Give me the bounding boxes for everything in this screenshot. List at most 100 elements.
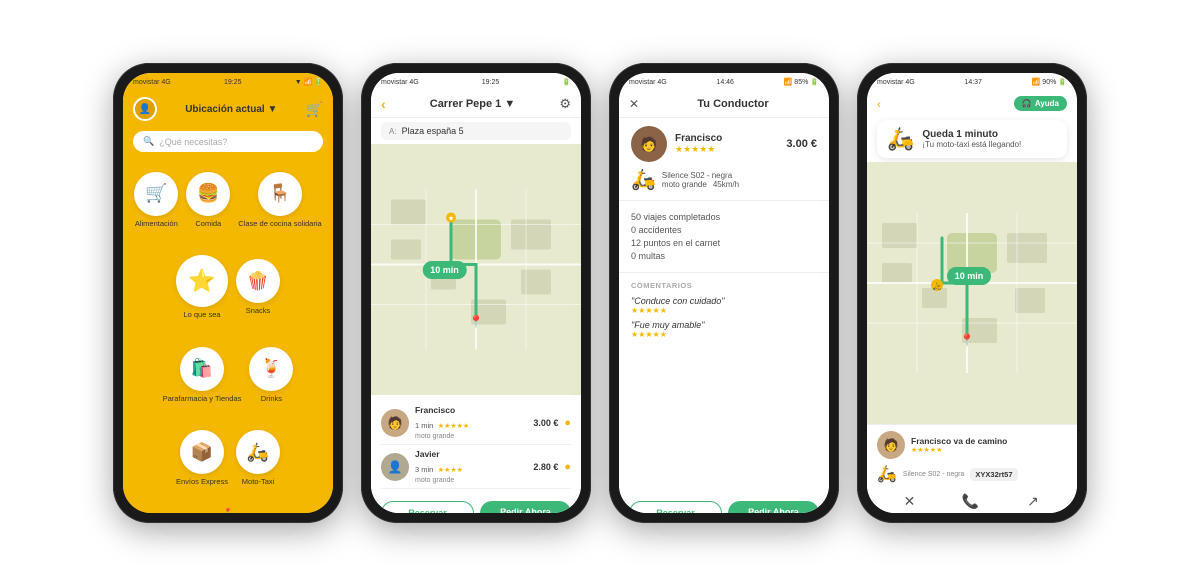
conductor-title: Tu Conductor bbox=[647, 98, 819, 110]
call-action[interactable]: 📞 llamar bbox=[960, 493, 980, 513]
driver-avatar-4: 🧑 bbox=[877, 431, 905, 459]
driver-stars-4: ★★★★★ bbox=[911, 446, 1067, 454]
search-bar-1[interactable]: 🔍 ¿Qué necesitas? bbox=[133, 131, 323, 152]
ayuda-button[interactable]: 🎧 Ayuda bbox=[1014, 96, 1067, 111]
user-avatar[interactable]: 👤 bbox=[133, 97, 157, 121]
phone2-header: ‹ Carrer Pepe 1 ▼ ⚙ bbox=[371, 91, 581, 118]
comment-1: "Conduce con cuidado" ★★★★★ bbox=[631, 296, 817, 315]
conductor-avatar: 🧑 bbox=[631, 126, 667, 162]
cat-icon-para: 🛍️ bbox=[180, 347, 224, 391]
phones-container: movistar 4G 19:25 ▼ 📶 🔋 👤 Ubicación actu… bbox=[93, 43, 1107, 543]
destination-input[interactable]: A: Plaza españa 5 bbox=[381, 122, 571, 140]
cat-parafarmacia[interactable]: 🛍️ Parafarmacia y Tiendas bbox=[163, 347, 242, 403]
phone4-driver-row: 🧑 Francisco va de camino ★★★★★ bbox=[877, 431, 1067, 459]
cat-moto-taxi[interactable]: 🛵 Moto-Taxi bbox=[236, 430, 280, 486]
driver-stars-1: ★★★★★ bbox=[438, 423, 469, 430]
eta-badge-4: 10 min bbox=[947, 267, 992, 285]
categories-grid: 🛒 Alimentación 🍔 Comida 🪑 Clase de cocin… bbox=[123, 156, 333, 502]
driver-vehicle-2: moto grande bbox=[415, 477, 527, 484]
phone4-driver-info: Francisco va de camino ★★★★★ bbox=[911, 436, 1067, 454]
tus-glavos-label: 📍 Tus glavos bbox=[211, 508, 245, 513]
phone2-screen: ‹ Carrer Pepe 1 ▼ ⚙ A: Plaza españa 5 bbox=[371, 91, 581, 513]
cat-icon-moto: 🛵 bbox=[236, 430, 280, 474]
location-label[interactable]: Ubicación actual ▼ bbox=[185, 104, 277, 115]
cat-icon-alimentacion: 🛒 bbox=[134, 172, 178, 216]
back-button-4[interactable]: ‹ bbox=[877, 97, 881, 111]
battery-icons-1: ▼ 📶 🔋 bbox=[295, 78, 323, 86]
phone-3: movistar 4G 14:46 📶 85% 🔋 ✕ Tu Conductor… bbox=[609, 63, 839, 523]
conductor-price: 3.00 € bbox=[786, 138, 817, 150]
svg-text:🛵: 🛵 bbox=[933, 282, 942, 291]
arrival-title: Queda 1 minuto bbox=[922, 129, 1021, 140]
action-buttons-2: Reservar Pedir Ahora bbox=[371, 495, 581, 513]
comment-text-2: "Fue muy amable" bbox=[631, 320, 817, 330]
battery-icons-3: 📶 85% 🔋 bbox=[784, 78, 819, 86]
battery-icons-2: 🔋 bbox=[562, 78, 571, 86]
stats-section: 50 viajes completados 0 accidentes 12 pu… bbox=[619, 201, 829, 273]
cat-icon-comida: 🍔 bbox=[186, 172, 230, 216]
moto-arrival-icon: 🛵 bbox=[887, 126, 914, 152]
cat-snacks[interactable]: 🍿 Snacks bbox=[236, 259, 280, 315]
phone1-screen: 👤 Ubicación actual ▼ 🛒 🔍 ¿Qué necesitas?… bbox=[123, 91, 333, 513]
phone-4: movistar 4G 14:37 📶 90% 🔋 ‹ 🎧 Ayuda 🛵 Qu… bbox=[857, 63, 1087, 523]
time-1: 19:25 bbox=[224, 79, 242, 86]
cat-lo-que-sea[interactable]: ⭐ Lo que sea bbox=[176, 255, 228, 319]
driver-row-francisco[interactable]: 🧑 Francisco 1 min ★★★★★ moto grande 3.00… bbox=[381, 401, 571, 445]
filter-icon[interactable]: ⚙ bbox=[559, 96, 571, 112]
svg-text:📍: 📍 bbox=[469, 315, 484, 329]
vehicle-row: 🛵 Silence S02 - negra moto grande 45km/h bbox=[631, 167, 817, 192]
vehicle-sub: moto grande 45km/h bbox=[662, 180, 739, 189]
svg-text:📍: 📍 bbox=[960, 333, 975, 347]
action-buttons-3: Reservar Pedir Ahora bbox=[619, 495, 829, 513]
close-button-3[interactable]: ✕ bbox=[629, 97, 639, 111]
phone1-header: 👤 Ubicación actual ▼ 🛒 bbox=[123, 91, 333, 127]
route-title: Carrer Pepe 1 ▼ bbox=[392, 98, 554, 110]
phone4-actions: ✕ cancelar 📞 llamar ↗ compartir bbox=[877, 489, 1067, 513]
comments-section: COMENTARIOS "Conduce con cuidado" ★★★★★ … bbox=[619, 273, 829, 495]
pedir-button-2[interactable]: Pedir Ahora bbox=[480, 501, 571, 513]
time-4: 14:37 bbox=[964, 79, 982, 86]
back-button-2[interactable]: ‹ bbox=[381, 96, 386, 112]
vehicle-info: Silence S02 - negra moto grande 45km/h bbox=[662, 171, 739, 189]
phone3-header: ✕ Tu Conductor bbox=[619, 91, 829, 118]
vehicle-row-4: 🛵 Silence S02 - negra XYX32rt57 bbox=[877, 464, 1067, 484]
comment-2: "Fue muy amable" ★★★★★ bbox=[631, 320, 817, 339]
carrier-3: movistar 4G bbox=[629, 79, 667, 86]
cat-comida[interactable]: 🍔 Comida bbox=[186, 172, 230, 228]
moto-icon-4: 🛵 bbox=[877, 464, 897, 484]
eta-badge-2: 10 min bbox=[422, 261, 467, 279]
search-icon: 🔍 bbox=[143, 136, 154, 147]
time-2: 19:25 bbox=[482, 79, 500, 86]
comment-stars-1: ★★★★★ bbox=[631, 306, 817, 315]
driver-stars-2: ★★★★ bbox=[438, 467, 463, 474]
pedir-button-3[interactable]: Pedir Ahora bbox=[728, 501, 819, 513]
map-area-4: 🛵 📍 10 min bbox=[867, 162, 1077, 424]
share-label: compartir bbox=[1017, 512, 1048, 513]
call-label: llamar bbox=[960, 512, 980, 513]
cart-icon[interactable]: 🛒 bbox=[306, 101, 323, 118]
phone4-bottom: 🧑 Francisco va de camino ★★★★★ 🛵 Silence… bbox=[867, 424, 1077, 513]
conductor-card: 🧑 Francisco ★★★★★ 3.00 € 🛵 Silence S02 -… bbox=[619, 118, 829, 201]
cat-clase-cocina[interactable]: 🪑 Clase de cocina solidaria bbox=[238, 172, 321, 228]
share-action[interactable]: ↗ compartir bbox=[1017, 493, 1048, 513]
cat-drinks[interactable]: 🍹 Drinks bbox=[249, 347, 293, 403]
cat-envios[interactable]: 📦 Envíos Express bbox=[176, 430, 228, 486]
time-3: 14:46 bbox=[716, 79, 734, 86]
cat-icon-drinks: 🍹 bbox=[249, 347, 293, 391]
driver-avatar-francisco: 🧑 bbox=[381, 409, 409, 437]
driver-row-javier[interactable]: 👤 Javier 3 min ★★★★ moto grande 2.80 € ● bbox=[381, 445, 571, 489]
cat-alimentacion[interactable]: 🛒 Alimentación bbox=[134, 172, 178, 228]
phone-2: movistar 4G 19:25 🔋 ‹ Carrer Pepe 1 ▼ ⚙ … bbox=[361, 63, 591, 523]
phone3-screen: ✕ Tu Conductor 🧑 Francisco ★★★★★ 3.00 € … bbox=[619, 91, 829, 513]
phone-icon: 📞 bbox=[962, 493, 979, 510]
location-pin-icon: 📍 bbox=[224, 508, 233, 513]
stat-multas: 0 multas bbox=[631, 251, 817, 261]
vehicle-type: moto grande bbox=[662, 180, 707, 189]
comments-label: COMENTARIOS bbox=[631, 281, 817, 290]
driver-list: 🧑 Francisco 1 min ★★★★★ moto grande 3.00… bbox=[371, 395, 581, 495]
reservar-button-3[interactable]: Reservar bbox=[629, 501, 722, 513]
reservar-button-2[interactable]: Reservar bbox=[381, 501, 474, 513]
bottom-nav-1[interactable]: 📍 Tus glavos bbox=[123, 502, 333, 513]
cancel-action[interactable]: ✕ cancelar bbox=[895, 493, 923, 513]
cancel-icon: ✕ bbox=[904, 493, 916, 510]
